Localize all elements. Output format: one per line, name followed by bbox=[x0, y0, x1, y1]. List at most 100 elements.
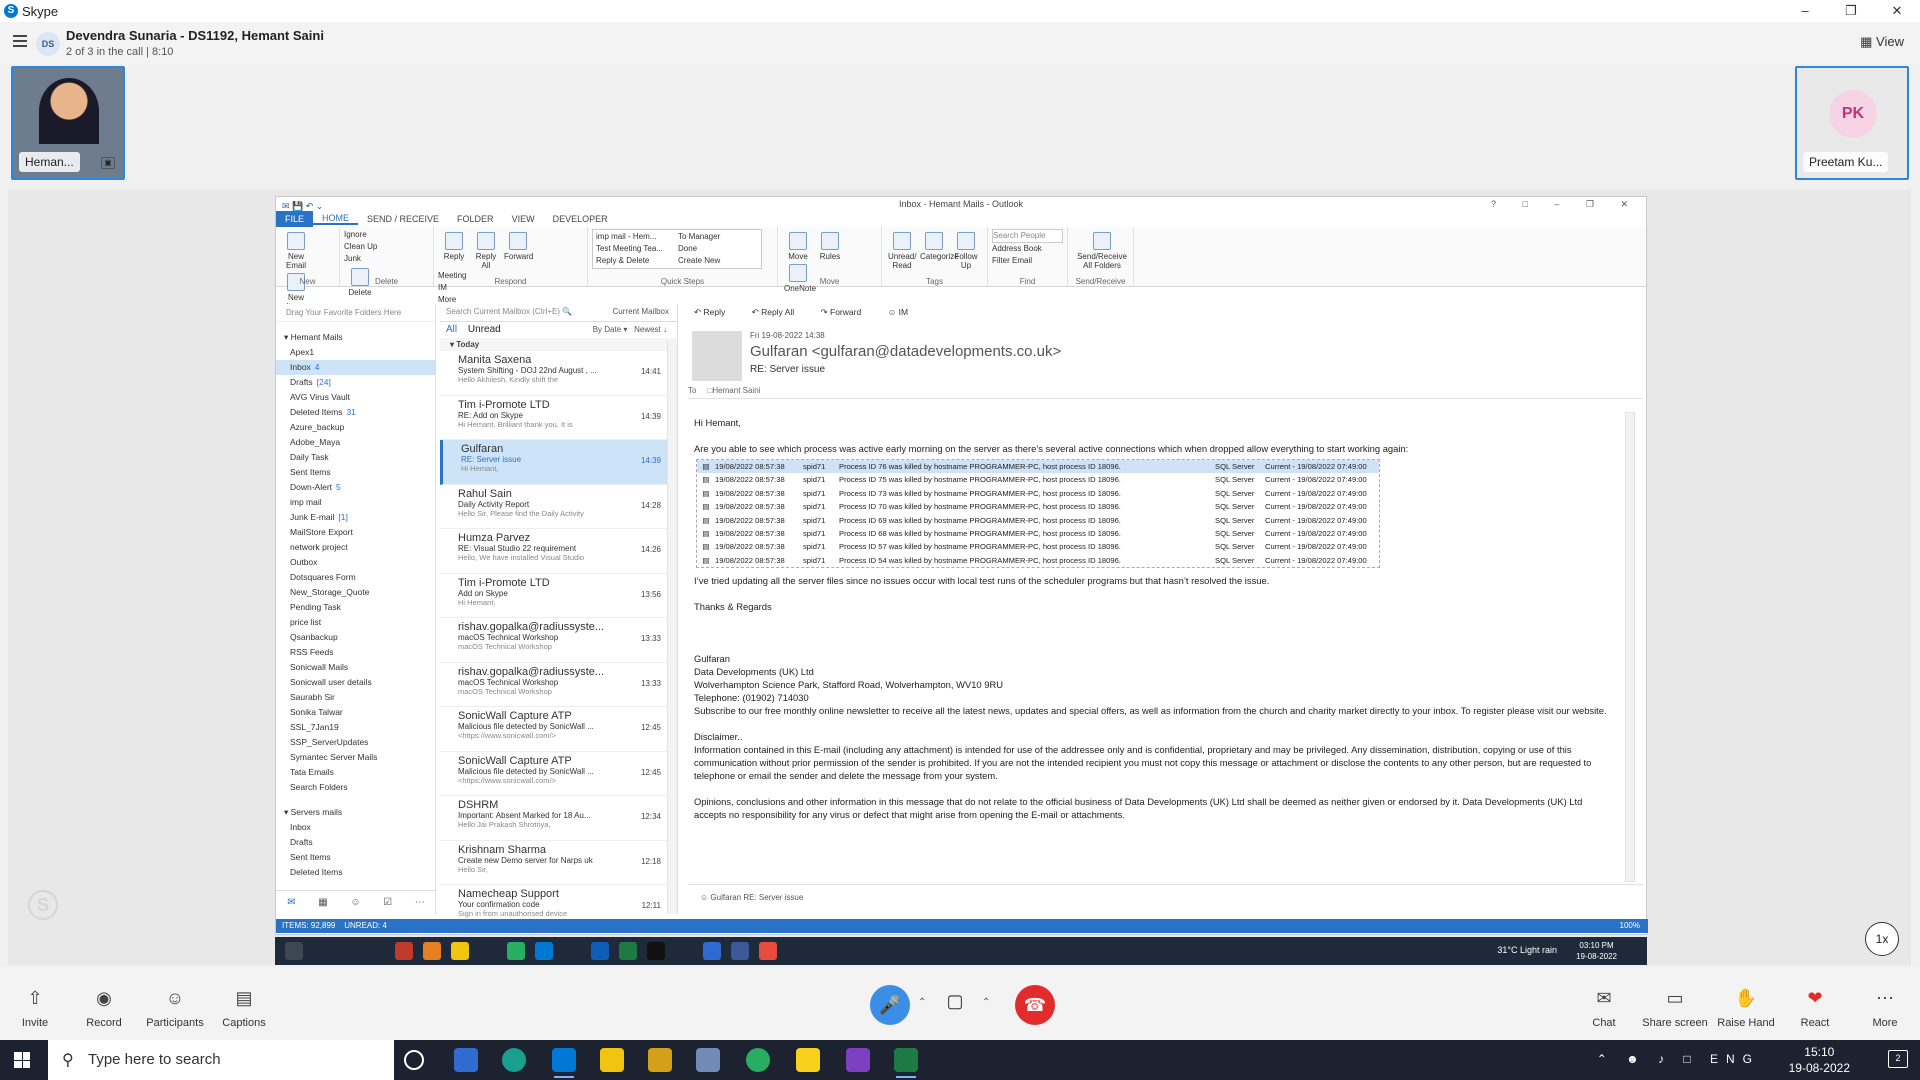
folder-item[interactable]: Sent Items bbox=[276, 850, 435, 865]
group-header-today[interactable]: ▾ Today bbox=[440, 338, 677, 351]
folder-item[interactable]: Outbox bbox=[276, 555, 435, 570]
folder-item[interactable]: network project bbox=[276, 540, 435, 555]
list-item[interactable]: rishav.gopalka@radiussyste... macOS Techn… bbox=[440, 663, 677, 707]
quick-step-done[interactable]: Done bbox=[678, 243, 754, 255]
system-tray[interactable]: ⌃ ☻ ♪ □ ENG bbox=[1597, 1052, 1760, 1066]
folder-item[interactable]: Drafts bbox=[276, 835, 435, 850]
folder-item[interactable]: SSL_7Jan19 bbox=[276, 720, 435, 735]
folder-item[interactable]: Sonika Talwar bbox=[276, 705, 435, 720]
outlook-window-controls[interactable]: ? □ – ❐ ✕ bbox=[1491, 197, 1640, 211]
folder-item[interactable]: New_Storage_Quote bbox=[276, 585, 435, 600]
raise-hand-button[interactable]: ✋ Raise Hand bbox=[1714, 987, 1778, 1029]
sort-control[interactable]: By Date ▾ Newest ↓ bbox=[593, 325, 667, 334]
zoom-level[interactable]: 100% bbox=[1620, 919, 1640, 933]
folder-item[interactable]: Deleted Items 31 bbox=[276, 405, 435, 420]
cortana-icon[interactable] bbox=[404, 1050, 424, 1070]
folder-item[interactable]: Sonicwall user details bbox=[276, 675, 435, 690]
folder-item[interactable]: Inbox bbox=[276, 820, 435, 835]
chrome-taskbar-icon[interactable] bbox=[746, 1048, 770, 1072]
filter-all[interactable]: All bbox=[446, 324, 457, 335]
sticky-notes-icon[interactable] bbox=[796, 1048, 820, 1072]
unread-read-button[interactable]: Unread/ Read bbox=[888, 229, 916, 270]
folder-item[interactable]: Tata Emails bbox=[276, 765, 435, 780]
tasks-icon[interactable]: ☑ bbox=[383, 897, 392, 908]
outlook-taskbar-icon[interactable] bbox=[454, 1048, 478, 1072]
skype-taskbar-icon[interactable] bbox=[552, 1048, 576, 1078]
list-item[interactable]: SonicWall Capture ATP Malicious file dete… bbox=[440, 752, 677, 796]
taskbar-clock[interactable]: 15:10 19-08-2022 bbox=[1789, 1044, 1850, 1076]
folder-item[interactable]: Sent Items bbox=[276, 465, 435, 480]
ignore-button[interactable]: Ignore bbox=[344, 229, 398, 241]
list-item[interactable]: Manita Saxena System Shifting - DOJ 22nd … bbox=[440, 351, 677, 396]
tab-folder[interactable]: FOLDER bbox=[448, 214, 503, 224]
people-icon[interactable]: ☺ bbox=[350, 897, 360, 908]
reading-reply-all-button[interactable]: ↶ Reply All bbox=[752, 307, 807, 317]
app-taskbar-icon[interactable] bbox=[696, 1048, 720, 1072]
move-button[interactable]: Move bbox=[784, 229, 812, 261]
windows-start-icon[interactable] bbox=[14, 1052, 30, 1068]
captions-button[interactable]: ▤ Captions bbox=[214, 987, 274, 1029]
folder-item[interactable]: SSP_ServerUpdates bbox=[276, 735, 435, 750]
list-item[interactable]: Gulfaran RE: Server issue Hi Hemant, 14:39 bbox=[440, 440, 677, 485]
taskbar-search-input[interactable]: ⚲ Type here to search bbox=[48, 1040, 394, 1080]
folder-item[interactable]: Inbox 4 bbox=[276, 360, 435, 375]
folder-item[interactable]: Search Folders bbox=[276, 780, 435, 795]
reading-scrollbar[interactable] bbox=[1625, 412, 1635, 882]
tab-send-receive[interactable]: SEND / RECEIVE bbox=[358, 214, 448, 224]
mail-icon[interactable]: ✉ bbox=[287, 897, 295, 908]
hang-up-button[interactable]: ☎ bbox=[1015, 985, 1055, 1025]
folder-item[interactable]: Apex1 bbox=[276, 345, 435, 360]
message-list-scrollbar[interactable] bbox=[667, 340, 677, 914]
list-item[interactable]: Tim i-Promote LTD Add on Skype Hi Hemant, 1… bbox=[440, 574, 677, 618]
folder-item[interactable]: Junk E-mail [1] bbox=[276, 510, 435, 525]
camera-options-chevron-icon[interactable]: ⌃ bbox=[982, 997, 990, 1008]
share-screen-button[interactable]: ▭ Share screen bbox=[1640, 987, 1710, 1029]
new-email-button[interactable]: New Email bbox=[282, 229, 310, 270]
reading-reply-button[interactable]: ↶ Reply bbox=[694, 307, 737, 317]
folder-item[interactable]: MailStore Export bbox=[276, 525, 435, 540]
folder-item[interactable]: AVG Virus Vault bbox=[276, 390, 435, 405]
folder-item[interactable]: Saurabh Sir bbox=[276, 690, 435, 705]
reply-button[interactable]: Reply bbox=[440, 229, 468, 261]
tab-developer[interactable]: DEVELOPER bbox=[544, 214, 617, 224]
folder-item[interactable]: Adobe_Maya bbox=[276, 435, 435, 450]
folder-item[interactable]: Azure_backup bbox=[276, 420, 435, 435]
list-item[interactable]: Rahul Sain Daily Activity Report Hello Sir… bbox=[440, 485, 677, 529]
quick-step-imp-mail[interactable]: imp mail - Hem... bbox=[596, 231, 678, 243]
more-icon[interactable]: ⋯ bbox=[415, 897, 425, 908]
tab-home[interactable]: HOME bbox=[313, 213, 359, 225]
filter-unread[interactable]: Unread bbox=[468, 324, 501, 335]
restore-icon[interactable]: ❐ bbox=[1828, 0, 1874, 22]
participant-tile-hemant[interactable]: Heman... ▣ bbox=[11, 66, 125, 180]
notification-center-icon[interactable]: 2 bbox=[1888, 1050, 1908, 1068]
reading-im-button[interactable]: ☺ IM bbox=[888, 307, 921, 317]
invite-button[interactable]: ⇧ Invite bbox=[5, 987, 65, 1029]
participant-tile-preetam[interactable]: PK Preetam Ku... bbox=[1795, 66, 1909, 180]
quick-step-reply-delete[interactable]: Reply & Delete bbox=[596, 255, 678, 267]
account-hemant-mails[interactable]: ▾ Hemant Mails bbox=[276, 330, 435, 345]
call-title[interactable]: Devendra Sunaria - DS1192, Hemant Saini bbox=[66, 28, 324, 43]
folder-item[interactable]: Down-Alert 5 bbox=[276, 480, 435, 495]
reading-forward-button[interactable]: ↷ Forward bbox=[821, 307, 874, 317]
folder-item[interactable]: imp mail bbox=[276, 495, 435, 510]
rules-button[interactable]: Rules bbox=[816, 229, 844, 261]
list-item[interactable]: Humza Parvez RE: Visual Studio 22 require… bbox=[440, 529, 677, 574]
avatar[interactable]: DS bbox=[36, 32, 60, 56]
folder-item[interactable]: Sonicwall Mails bbox=[276, 660, 435, 675]
folder-item[interactable]: price list bbox=[276, 615, 435, 630]
folder-item[interactable]: Pending Task bbox=[276, 600, 435, 615]
list-item[interactable]: rishav.gopalka@radiussyste... macOS Techn… bbox=[440, 618, 677, 663]
visual-studio-icon[interactable] bbox=[846, 1048, 870, 1072]
tab-view[interactable]: VIEW bbox=[503, 214, 544, 224]
quick-step-create-new[interactable]: Create New bbox=[678, 255, 754, 267]
close-icon[interactable]: ✕ bbox=[1874, 0, 1920, 22]
react-button[interactable]: ❤ React bbox=[1785, 987, 1845, 1029]
filter-email-button[interactable]: Filter Email bbox=[992, 255, 1063, 267]
to-recipient[interactable]: Hemant Saini bbox=[712, 386, 760, 395]
app-taskbar-icon[interactable] bbox=[648, 1048, 672, 1072]
folder-item[interactable]: Qsanbackup bbox=[276, 630, 435, 645]
microphone-button[interactable]: 🎤 bbox=[870, 985, 910, 1025]
folder-item[interactable]: Symantec Server Mails bbox=[276, 750, 435, 765]
reply-all-button[interactable]: Reply All bbox=[472, 229, 500, 270]
folder-item[interactable]: RSS Feeds bbox=[276, 645, 435, 660]
